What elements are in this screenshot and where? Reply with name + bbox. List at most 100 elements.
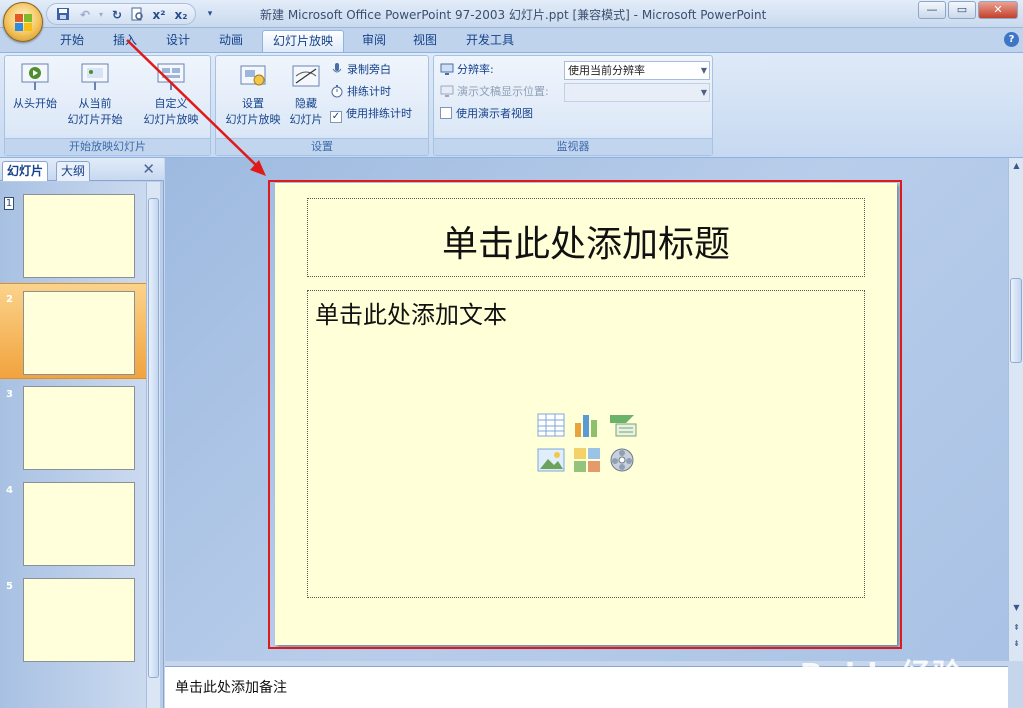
microphone-icon [330, 62, 344, 76]
monitor-icon [440, 62, 454, 76]
superscript-button[interactable]: x² [151, 7, 167, 23]
presenter-view-checkbox-box[interactable] [440, 107, 452, 119]
slide-scrollbar[interactable]: ▲ ▼ ⇞ ⇟ [1008, 158, 1023, 661]
show-on-label-row: 演示文稿显示位置: [440, 83, 549, 101]
undo-dropdown-icon[interactable]: ▾ [93, 7, 109, 23]
slide-number: 2 [6, 294, 13, 305]
setup-show-label-2: 幻灯片放映 [225, 113, 281, 126]
monitor-disabled-icon [440, 84, 454, 98]
slide-thumbnail-5[interactable]: 5 [0, 571, 146, 667]
show-on-select[interactable]: ▼ [564, 83, 710, 102]
group-monitors: 分辨率: 使用当前分辨率 ▼ 演示文稿显示位置: ▼ 使用演示者视图 监视器 [433, 55, 713, 156]
body-placeholder[interactable]: 单击此处添加文本 [307, 290, 865, 598]
scrollbar-thumb[interactable] [1010, 278, 1022, 363]
from-current-label-2: 幻灯片开始 [67, 113, 123, 126]
print-preview-icon[interactable] [129, 7, 145, 23]
previous-slide-icon[interactable]: ⇞ [1009, 620, 1023, 635]
insert-chart-icon[interactable] [572, 411, 602, 439]
hide-slide-label-1: 隐藏 [295, 97, 317, 110]
tab-review[interactable]: 审阅 [352, 30, 396, 52]
slide-thumbnail-3[interactable]: 3 [0, 379, 146, 475]
tab-design[interactable]: 设计 [156, 30, 200, 52]
slide-thumbnail-1[interactable]: 1 [0, 187, 146, 283]
maximize-button[interactable]: ▭ [948, 1, 976, 19]
tab-developer[interactable]: 开发工具 [456, 30, 524, 52]
slide-thumbnail-image [23, 482, 135, 566]
help-icon[interactable]: ? [1004, 32, 1019, 47]
insert-smartart-icon[interactable] [608, 411, 638, 439]
insert-picture-icon[interactable] [536, 446, 566, 474]
window-title: 新建 Microsoft Office PowerPoint 97-2003 幻… [260, 8, 767, 22]
undo-icon[interactable]: ↶ [77, 7, 93, 23]
slide-number: 1 [4, 197, 14, 210]
rehearse-timings-button[interactable]: 排练计时 [330, 83, 391, 101]
play-from-beginning-icon [19, 60, 51, 92]
slide-thumbnail-image [23, 578, 135, 662]
record-narration-button[interactable]: 录制旁白 [330, 61, 391, 79]
slide-thumbnails: 1 2 3 4 5 [0, 182, 146, 708]
slides-pane: 幻灯片 大纲 ✕ 1 2 3 4 5 [0, 158, 164, 708]
subscript-button[interactable]: x₂ [173, 7, 189, 23]
slides-pane-scrollbar[interactable] [146, 182, 160, 708]
ribbon-tabs: 开始 插入 设计 动画 幻灯片放映 审阅 视图 开发工具 ? [0, 28, 1023, 52]
minimize-button[interactable]: — [918, 1, 946, 19]
custom-show-label-2: 幻灯片放映 [143, 113, 199, 126]
office-button[interactable] [3, 2, 43, 42]
tab-slides[interactable]: 幻灯片 [2, 161, 49, 181]
notes-placeholder-text: 单击此处添加备注 [175, 680, 287, 696]
scroll-down-icon[interactable]: ▼ [1009, 600, 1023, 615]
save-icon[interactable] [55, 7, 71, 23]
slide-thumbnail-image [23, 291, 135, 375]
office-logo-icon [15, 14, 33, 32]
presenter-view-checkbox[interactable]: 使用演示者视图 [440, 105, 533, 123]
play-from-current-icon [79, 60, 111, 92]
slide-number: 3 [6, 389, 13, 400]
slide-thumbnail-4[interactable]: 4 [0, 475, 146, 571]
slides-pane-tabs: 幻灯片 大纲 ✕ [0, 158, 164, 181]
presenter-view-label: 使用演示者视图 [456, 107, 533, 120]
insert-media-icon[interactable] [608, 446, 638, 474]
slide-thumbnail-image [23, 194, 135, 278]
group-monitors-label: 监视器 [434, 138, 712, 155]
customize-qat-icon[interactable]: ▾ [202, 6, 218, 22]
group-start-slide-show: 从头开始 从当前 幻灯片开始 自定义 幻灯片放映 开始放映幻灯片 [4, 55, 211, 156]
tab-view[interactable]: 视图 [403, 30, 447, 52]
use-rehearsed-label: 使用排练计时 [346, 107, 412, 120]
hide-slide-icon [290, 60, 322, 92]
from-beginning-button[interactable]: 从头开始 [7, 60, 63, 112]
insert-clipart-icon[interactable] [572, 446, 602, 474]
insert-table-icon[interactable] [536, 411, 566, 439]
close-button[interactable]: ✕ [978, 1, 1018, 19]
quick-access-toolbar: ↶ ▾ ↻ x² x₂ [46, 3, 196, 25]
chevron-down-disabled-icon: ▼ [700, 88, 707, 97]
resolution-label: 分辨率: [457, 63, 494, 76]
title-placeholder[interactable]: 单击此处添加标题 [307, 198, 865, 277]
tab-outline[interactable]: 大纲 [56, 161, 91, 181]
tab-insert[interactable]: 插入 [103, 30, 147, 52]
slide-number: 4 [6, 485, 13, 496]
use-rehearsed-checkbox-box[interactable]: ✓ [330, 111, 342, 123]
title-bar: ↶ ▾ ↻ x² x₂ ▾ 新建 Microsoft Office PowerP… [0, 0, 1023, 28]
setup-slide-show-button[interactable]: 设置 幻灯片放映 [220, 60, 286, 128]
redo-icon[interactable]: ↻ [109, 7, 125, 23]
slide-canvas[interactable]: 单击此处添加标题 单击此处添加文本 [275, 183, 897, 645]
slide-edit-area: 单击此处添加标题 单击此处添加文本 [165, 158, 1008, 661]
tab-slide-show[interactable]: 幻灯片放映 [262, 30, 345, 52]
resolution-select[interactable]: 使用当前分辨率 ▼ [564, 61, 710, 80]
group-setup-label: 设置 [216, 138, 428, 155]
custom-slide-show-button[interactable]: 自定义 幻灯片放映 [135, 60, 207, 128]
setup-show-icon [237, 60, 269, 92]
scrollbar-thumb[interactable] [148, 198, 159, 678]
next-slide-icon[interactable]: ⇟ [1009, 636, 1023, 651]
slide-thumbnail-2[interactable]: 2 [0, 283, 146, 379]
from-beginning-label: 从头开始 [13, 97, 57, 110]
custom-show-icon [155, 60, 187, 92]
resolution-value: 使用当前分辨率 [568, 64, 645, 77]
close-pane-icon[interactable]: ✕ [142, 160, 155, 178]
use-rehearsed-timings-checkbox[interactable]: ✓ 使用排练计时 [330, 105, 412, 123]
scroll-up-icon[interactable]: ▲ [1009, 158, 1023, 173]
tab-home[interactable]: 开始 [50, 30, 94, 52]
hide-slide-button[interactable]: 隐藏 幻灯片 [286, 60, 326, 128]
tab-animations[interactable]: 动画 [209, 30, 253, 52]
from-current-slide-button[interactable]: 从当前 幻灯片开始 [63, 60, 127, 128]
